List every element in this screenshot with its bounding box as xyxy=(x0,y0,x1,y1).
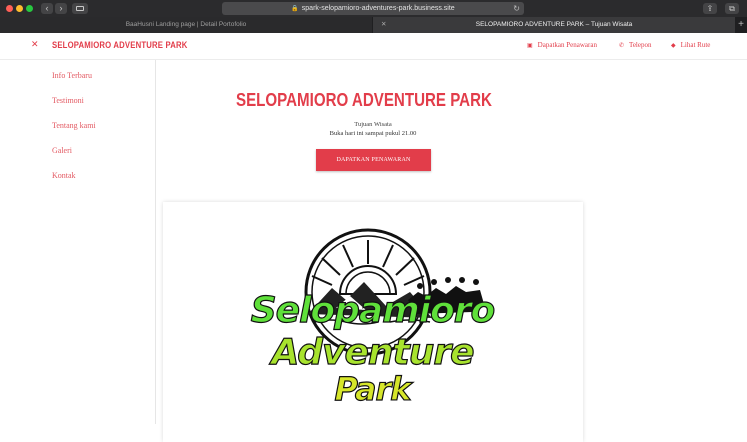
browser-toolbar: ‹ › 🔒 spark-selopamioro-adventures-park.b… xyxy=(0,0,747,17)
opening-hours: Buka hari ini sampai pukul 21.00 xyxy=(329,130,417,137)
browser-chrome: ‹ › 🔒 spark-selopamioro-adventures-park.b… xyxy=(0,0,747,33)
page-title: SELOPAMIORO ADVENTURE PARK xyxy=(236,90,492,110)
zoom-window-button[interactable] xyxy=(26,5,33,12)
share-button[interactable]: ⇪ xyxy=(703,3,717,14)
business-category: Tujuan Wisata xyxy=(354,121,392,128)
close-menu-icon[interactable]: ✕ xyxy=(31,39,39,50)
tab-bar: BaaHusni Landing page | Detail Portofoli… xyxy=(0,17,747,33)
header-link-label: Telepon xyxy=(629,41,652,49)
site-title[interactable]: SELOPAMIORO ADVENTURE PARK xyxy=(52,40,187,50)
nav-item-galeri[interactable]: Galeri xyxy=(52,146,72,155)
park-logo: Selopamioro Adventure Park xyxy=(240,222,505,424)
nav-item-tentang-kami[interactable]: Tentang kami xyxy=(52,121,96,130)
sidebar-icon xyxy=(76,6,84,11)
tab-label: BaaHusni Landing page | Detail Portofoli… xyxy=(125,21,247,28)
site-header: ✕ SELOPAMIORO ADVENTURE PARK ▣ Dapatkan P… xyxy=(0,33,747,60)
nav-item-kontak[interactable]: Kontak xyxy=(52,171,76,180)
tab-overview-button[interactable]: ⧉ xyxy=(725,3,739,14)
close-tab-icon[interactable]: ✕ xyxy=(381,17,386,33)
forward-button[interactable]: › xyxy=(55,3,67,14)
header-link-offer[interactable]: ▣ Dapatkan Penawaran xyxy=(527,41,597,49)
sidebar-toggle-button[interactable] xyxy=(72,3,88,14)
phone-icon: ✆ xyxy=(619,43,625,49)
tab-label: SELOPAMIORO ADVENTURE PARK – Tujuan Wisa… xyxy=(475,21,633,28)
logo-text-line1: Selopamioro xyxy=(250,289,496,331)
url-text: spark-selopamioro-adventures-park.busine… xyxy=(301,5,455,12)
tab-baahusni[interactable]: BaaHusni Landing page | Detail Portofoli… xyxy=(0,17,372,33)
logo-text-line2: Adventure xyxy=(271,331,475,373)
header-link-phone[interactable]: ✆ Telepon xyxy=(619,41,651,49)
lock-icon: 🔒 xyxy=(291,6,299,12)
close-window-button[interactable] xyxy=(6,5,13,12)
new-tab-button[interactable]: + xyxy=(738,17,744,33)
nav-item-info-terbaru[interactable]: Info Terbaru xyxy=(52,71,92,80)
address-bar[interactable]: 🔒 spark-selopamioro-adventures-park.busin… xyxy=(222,2,524,15)
header-link-label: Dapatkan Penawaran xyxy=(537,41,597,49)
get-offer-button[interactable]: DAPATKAN PENAWARAN xyxy=(316,149,431,171)
header-link-directions[interactable]: ◆ Lihat Rute xyxy=(671,41,710,49)
minimize-window-button[interactable] xyxy=(16,5,23,12)
header-link-label: Lihat Rute xyxy=(680,41,711,49)
tab-selopamioro[interactable]: ✕ SELOPAMIORO ADVENTURE PARK – Tujuan Wi… xyxy=(373,17,735,33)
logo-text-line3: Park xyxy=(334,369,412,408)
side-nav: Info Terbaru Testimoni Tentang kami Gale… xyxy=(0,60,156,424)
nav-item-testimoni[interactable]: Testimoni xyxy=(52,96,84,105)
reload-icon[interactable]: ↻ xyxy=(513,2,520,15)
back-button[interactable]: ‹ xyxy=(41,3,53,14)
tag-icon: ▣ xyxy=(527,43,533,49)
directions-icon: ◆ xyxy=(671,43,676,49)
